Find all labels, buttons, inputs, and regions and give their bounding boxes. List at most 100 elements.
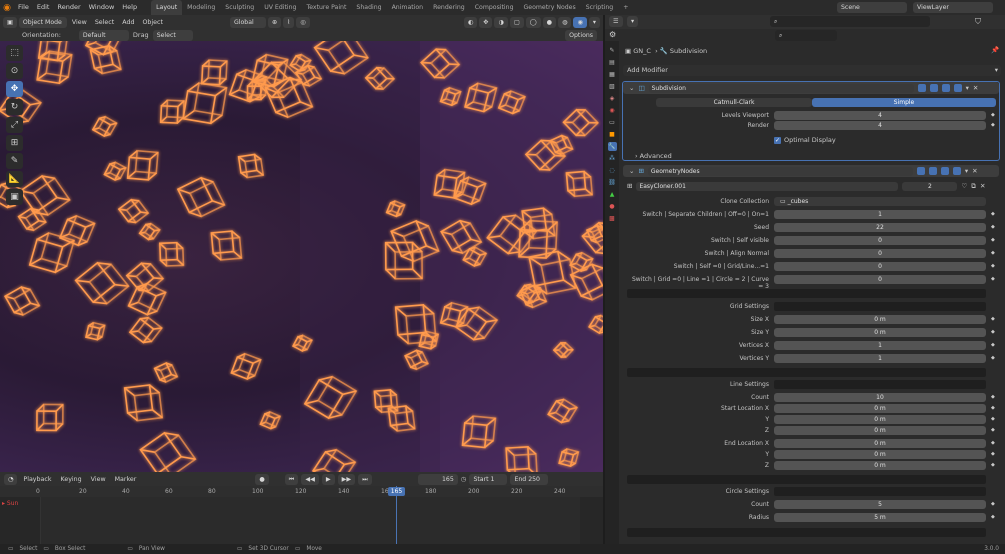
constraints-tab-icon[interactable]: ⛓ (608, 178, 617, 187)
outliner-editor-icon[interactable]: ☰ (609, 16, 623, 27)
jump-start-icon[interactable]: ⏮ (284, 473, 299, 485)
keyframe-dot-icon[interactable]: ◆ (991, 316, 995, 322)
menu-file[interactable]: File (14, 0, 33, 15)
orientation-dropdown[interactable]: Default (78, 29, 129, 41)
on-cage-icon[interactable] (952, 167, 961, 175)
play-icon[interactable]: ▶ (321, 473, 335, 485)
modifier-tab-icon[interactable]: 🔧 (607, 142, 617, 151)
add-workspace-icon[interactable]: + (618, 0, 633, 15)
show-viewport-icon[interactable] (928, 167, 937, 175)
tab-rendering[interactable]: Rendering (428, 0, 470, 15)
optimal-display-checkbox[interactable]: ✓ Optimal Display (774, 136, 836, 144)
tab-layout[interactable]: Layout (151, 0, 183, 15)
timeline-menu-playback[interactable]: Playback (20, 476, 54, 483)
add-cube-tool[interactable]: ▣ (6, 189, 23, 205)
keyframe-dot-icon[interactable]: ◆ (991, 263, 995, 269)
gn-input-6-field[interactable]: 0 (774, 275, 986, 284)
playhead-badge[interactable]: 165 (388, 487, 405, 496)
grid-0-field[interactable]: 0 m (774, 315, 986, 324)
line-6-field[interactable]: 0 m (774, 460, 986, 470)
on-cage-icon[interactable] (953, 84, 962, 92)
xray-icon[interactable]: ▢ (509, 16, 524, 28)
next-key-icon[interactable]: ▶▶ (337, 473, 356, 485)
outliner-display-mode-icon[interactable]: ▾ (627, 16, 639, 27)
grid-2-field[interactable]: 1 (774, 341, 986, 350)
proportional-icon[interactable]: ◎ (296, 16, 310, 28)
collapse-chevron-icon[interactable]: ⌄ (629, 84, 634, 92)
blender-logo-icon[interactable]: ◉ (0, 0, 14, 15)
tool-tab-icon[interactable]: ✎ (608, 46, 617, 55)
tab-compositing[interactable]: Compositing (470, 0, 519, 15)
keyframe-dot-icon[interactable]: ◆ (991, 355, 995, 361)
grid-3-field[interactable]: 1 (774, 354, 986, 363)
gizmo-icon[interactable]: ✥ (479, 16, 493, 28)
keyframe-dot-icon[interactable]: ◆ (991, 329, 995, 335)
tab-scripting[interactable]: Scripting (581, 0, 619, 15)
simple-button[interactable]: Simple (812, 98, 996, 107)
tab-animation[interactable]: Animation (387, 0, 429, 15)
transform-orientation[interactable]: Global (229, 16, 266, 28)
keyframe-dot-icon[interactable]: ◆ (991, 250, 995, 256)
viewport-menu-select[interactable]: Select (92, 19, 117, 26)
keyframe-dot-icon[interactable]: ◆ (991, 451, 995, 457)
frame-ruler[interactable]: 0 20 40 60 80 100 120 140 160 180 200 220 240 (0, 486, 603, 497)
start-frame-field[interactable]: Start 1 (469, 473, 508, 485)
geometry-nodes-header[interactable]: ⌄ ⊞ GeometryNodes ▾ ✕ (623, 165, 999, 177)
viewport-menu-add[interactable]: Add (119, 19, 137, 26)
shading-rendered-icon[interactable]: ◉ (573, 16, 587, 28)
line-3-field[interactable]: 0 m (774, 425, 986, 435)
circle-1-field[interactable]: 5 m (774, 513, 986, 522)
prev-key-icon[interactable]: ◀◀ (301, 473, 319, 485)
keyframe-dot-icon[interactable]: ◆ (991, 342, 995, 348)
pivot-icon[interactable]: ⊕ (267, 16, 282, 28)
timeline-menu-view[interactable]: View (88, 476, 109, 483)
gn-input-2-field[interactable]: 22 (774, 223, 986, 232)
cursor-tool[interactable]: ⊙ (6, 63, 23, 79)
pin-icon[interactable]: 📌 (991, 46, 999, 54)
tab-texture-paint[interactable]: Texture Paint (301, 0, 351, 15)
physics-tab-icon[interactable]: ◌ (608, 166, 617, 175)
scene-tab-icon[interactable]: ◈ (608, 94, 617, 103)
shading-options-icon[interactable]: ▾ (588, 16, 600, 28)
3d-viewport[interactable] (0, 41, 603, 472)
keyframe-dot-icon[interactable]: ◆ (991, 514, 995, 520)
node-group-field[interactable]: EasyCloner.001 (636, 181, 899, 191)
annotate-tool[interactable]: ✎ (6, 153, 23, 169)
material-tab-icon[interactable]: ● (608, 202, 617, 211)
subdivision-name-field[interactable]: Subdivision (648, 83, 914, 93)
tab-shading[interactable]: Shading (351, 0, 386, 15)
drag-dropdown[interactable]: Select Box (152, 29, 193, 50)
snap-icon[interactable]: ⌇ (283, 16, 295, 28)
collapse-chevron-icon[interactable]: ⌄ (629, 167, 634, 175)
current-frame-field[interactable]: 165 (417, 473, 458, 485)
line-4-field[interactable]: 0 m (774, 438, 986, 448)
edit-mode-icon[interactable] (917, 84, 926, 92)
timeline-menu-keying[interactable]: Keying (58, 476, 85, 483)
levels-viewport-field[interactable]: 4 (774, 111, 986, 120)
line-5-field[interactable]: 0 m (774, 449, 986, 459)
show-render-icon[interactable] (941, 84, 950, 92)
data-tab-icon[interactable]: ▲ (608, 190, 617, 199)
editor-type-icon[interactable]: ▣ (3, 16, 17, 28)
menu-help[interactable]: Help (118, 0, 141, 15)
keyframe-dot-icon[interactable]: ◆ (991, 462, 995, 468)
gn-input-3-field[interactable]: 0 (774, 236, 986, 245)
subdivision-header[interactable]: ⌄ ◫ Subdivision ▾ ✕ (623, 82, 999, 94)
overlay-icon[interactable]: ◑ (494, 16, 508, 28)
collection-tab-icon[interactable]: ▭ (608, 118, 617, 127)
particles-tab-icon[interactable]: ⁂ (608, 154, 617, 163)
visibility-icon[interactable]: ◐ (463, 16, 478, 28)
menu-window[interactable]: Window (85, 0, 119, 15)
properties-editor-icon[interactable]: ⚙ (609, 30, 616, 39)
gn-input-4-field[interactable]: 0 (774, 249, 986, 258)
node-group-users[interactable]: 2 (902, 181, 958, 191)
circle-0-field[interactable]: 5 (774, 500, 986, 509)
tab-geometry-nodes[interactable]: Geometry Nodes (519, 0, 581, 15)
keyframe-dot-icon[interactable]: ◆ (991, 112, 995, 118)
tab-sculpting[interactable]: Sculpting (220, 0, 259, 15)
move-tool[interactable]: ✥ (6, 81, 23, 97)
render-levels-field[interactable]: 4 (774, 121, 986, 130)
rotate-tool[interactable]: ↻ (6, 99, 23, 115)
outliner-search-input[interactable]: ⌕ (770, 16, 930, 27)
tab-modeling[interactable]: Modeling (182, 0, 220, 15)
